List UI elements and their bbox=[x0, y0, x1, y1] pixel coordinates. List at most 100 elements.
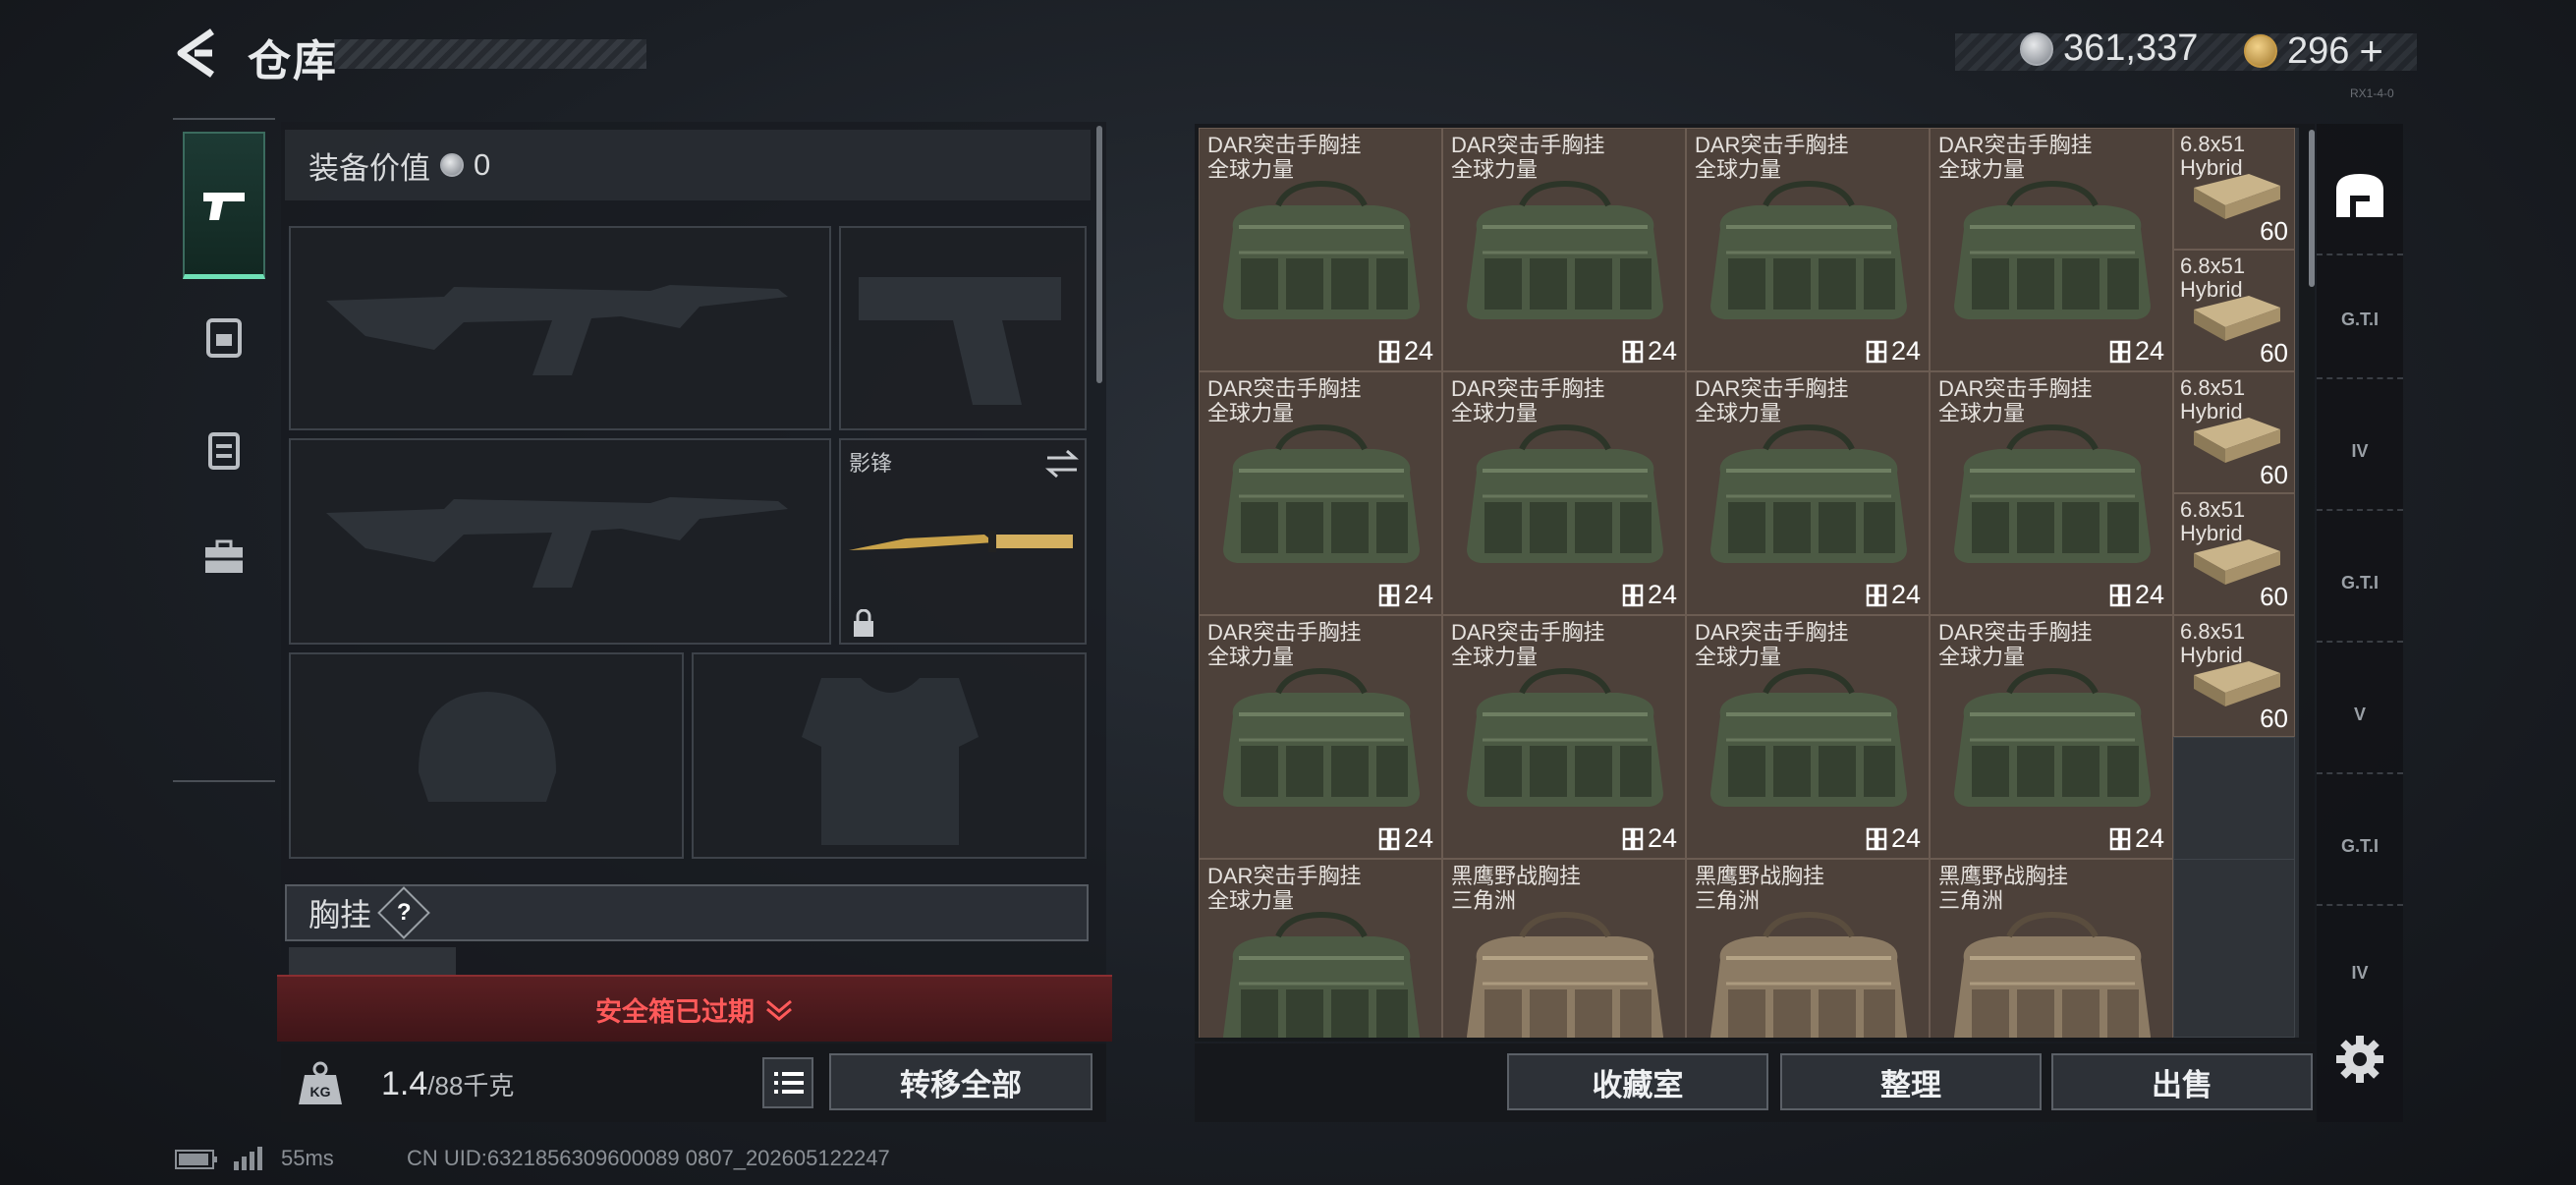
tab-iv-2[interactable]: IV bbox=[2317, 914, 2403, 1032]
safe-box-expired-banner[interactable]: 安全箱已过期 bbox=[277, 975, 1112, 1042]
sidearm-slot[interactable] bbox=[839, 226, 1087, 430]
item-name: 黑鹰野战胸挂 三角洲 bbox=[1451, 864, 1582, 913]
inventory-item[interactable]: DAR突击手胸挂 全球力量 24 bbox=[1686, 615, 1930, 859]
tab-iv-1[interactable]: IV bbox=[2317, 393, 2403, 511]
pistol-icon bbox=[203, 192, 245, 220]
item-name: DAR突击手胸挂 全球力量 bbox=[1938, 620, 2093, 669]
tab-gti-2[interactable]: G.T.I bbox=[2317, 525, 2403, 643]
ammo-name: 6.8x51 Hybrid bbox=[2180, 619, 2246, 667]
ammo-item[interactable]: 6.8x51 Hybrid 60 bbox=[2173, 615, 2295, 737]
helmet-slot[interactable] bbox=[289, 652, 684, 859]
gold-amount: 296 bbox=[2287, 29, 2350, 72]
ammo-item[interactable]: 6.8x51 Hybrid 60 bbox=[2173, 250, 2295, 371]
left-category-nav bbox=[173, 118, 275, 782]
ammo-item[interactable]: 6.8x51 Hybrid 60 bbox=[2173, 493, 2295, 615]
helmet-silhouette-icon bbox=[419, 692, 556, 802]
item-name: DAR突击手胸挂 全球力量 bbox=[1451, 133, 1605, 182]
list-view-button[interactable] bbox=[762, 1057, 813, 1108]
inventory-item[interactable]: DAR突击手胸挂 全球力量 24 bbox=[1199, 615, 1442, 859]
ammo-count: 60 bbox=[2260, 582, 2288, 611]
item-name: DAR突击手胸挂 全球力量 bbox=[1207, 864, 1362, 913]
inventory-item[interactable]: DAR突击手胸挂 全球力量 24 bbox=[1930, 371, 2173, 615]
inventory-item[interactable]: DAR突击手胸挂 全球力量 24 bbox=[1686, 371, 1930, 615]
ammo-item[interactable]: 6.8x51 Hybrid 60 bbox=[2173, 371, 2295, 493]
equipment-value-label: 装备价值 bbox=[308, 150, 430, 186]
sell-button[interactable]: 出售 bbox=[2051, 1053, 2313, 1110]
ammo-name: 6.8x51 Hybrid bbox=[2180, 254, 2246, 302]
add-gold-button[interactable]: + bbox=[2359, 28, 2383, 75]
secondary-weapon-slot[interactable] bbox=[289, 438, 831, 645]
help-icon: ? bbox=[396, 898, 412, 926]
ammo-count: 60 bbox=[2260, 216, 2288, 246]
gear-icon[interactable] bbox=[2334, 1034, 2385, 1085]
inventory-item[interactable]: DAR突击手胸挂 全球力量 24 bbox=[1686, 128, 1930, 371]
inventory-item[interactable]: 黑鹰野战胸挂 三角洲 bbox=[1686, 859, 1930, 1038]
capacity-value: 24 bbox=[2134, 580, 2164, 609]
uid-text: CN UID:6321856309600089 0807_20260512224… bbox=[407, 1146, 890, 1170]
armor-silhouette-icon bbox=[802, 678, 979, 845]
tab-gti-3[interactable]: G.T.I bbox=[2317, 788, 2403, 906]
capacity-icon bbox=[1866, 827, 1887, 850]
tab-gti-1[interactable]: G.T.I bbox=[2317, 261, 2403, 379]
rifle-silhouette-icon bbox=[326, 285, 788, 375]
briefcase-icon bbox=[205, 539, 243, 573]
item-name: DAR突击手胸挂 全球力量 bbox=[1695, 376, 1849, 425]
capacity-value: 24 bbox=[1647, 580, 1677, 609]
inventory-item[interactable]: DAR突击手胸挂 全球力量 24 bbox=[1442, 615, 1686, 859]
battery-icon bbox=[175, 1150, 217, 1169]
bag-icon bbox=[1223, 180, 1420, 319]
bag-icon bbox=[1954, 423, 2151, 563]
ammo-item[interactable]: 6.8x51 Hybrid 60 bbox=[2173, 128, 2295, 250]
bag-icon bbox=[1710, 180, 1907, 319]
inventory-item[interactable]: 黑鹰野战胸挂 三角洲 bbox=[1930, 859, 2173, 1038]
capacity-icon bbox=[1378, 584, 1400, 606]
transfer-all-button[interactable]: 转移全部 bbox=[829, 1053, 1092, 1110]
silver-coin-icon bbox=[440, 153, 464, 177]
equipment-value: 0 bbox=[474, 147, 491, 182]
tab-all[interactable] bbox=[2317, 138, 2403, 255]
empty-slot[interactable] bbox=[2173, 859, 2295, 1038]
nav-case[interactable] bbox=[183, 513, 265, 601]
ammo-name: 6.8x51 Hybrid bbox=[2180, 132, 2246, 180]
inventory-item[interactable]: DAR突击手胸挂 全球力量 24 bbox=[1199, 371, 1442, 615]
inventory-item[interactable]: DAR突击手胸挂 全球力量 bbox=[1199, 859, 1442, 1038]
capacity-value: 24 bbox=[1647, 823, 1677, 853]
page-title: 仓库 bbox=[248, 37, 338, 85]
capacity-icon bbox=[1866, 584, 1887, 606]
back-arrow-icon[interactable] bbox=[173, 28, 220, 79]
item-name: DAR突击手胸挂 全球力量 bbox=[1695, 620, 1849, 669]
safe-box-expired-text: 安全箱已过期 bbox=[595, 996, 755, 1027]
nav-chest-rig[interactable] bbox=[183, 293, 265, 381]
item-name: DAR突击手胸挂 全球力量 bbox=[1207, 133, 1362, 182]
organize-button[interactable]: 整理 bbox=[1780, 1053, 2042, 1110]
collection-room-button[interactable]: 收藏室 bbox=[1507, 1053, 1768, 1110]
nav-backpack[interactable] bbox=[183, 405, 265, 493]
nav-weapons[interactable] bbox=[183, 132, 265, 279]
chest-rig-slot[interactable] bbox=[289, 947, 456, 977]
inventory-item[interactable]: DAR突击手胸挂 全球力量 24 bbox=[1930, 615, 2173, 859]
tab-iv-label: IV bbox=[2351, 962, 2369, 983]
inventory-item[interactable]: DAR突击手胸挂 全球力量 24 bbox=[1199, 128, 1442, 371]
inventory-item[interactable]: 黑鹰野战胸挂 三角洲 bbox=[1442, 859, 1686, 1038]
version-text: RX1-4-0 bbox=[2350, 86, 2394, 100]
inventory-item[interactable]: DAR突击手胸挂 全球力量 24 bbox=[1930, 128, 2173, 371]
silver-coin-icon bbox=[2020, 31, 2053, 66]
help-button[interactable]: ? bbox=[377, 886, 430, 939]
inventory-item[interactable]: DAR突击手胸挂 全球力量 24 bbox=[1442, 371, 1686, 615]
bag-icon bbox=[1467, 911, 1663, 1038]
primary-weapon-slot[interactable] bbox=[289, 226, 831, 430]
warehouse-scrollbar[interactable] bbox=[2309, 130, 2315, 287]
silver-currency: 361,337 bbox=[2020, 28, 2198, 70]
bag-icon bbox=[1223, 667, 1420, 807]
melee-slot[interactable]: 影锋 bbox=[839, 438, 1087, 645]
swap-icon[interactable] bbox=[1043, 448, 1081, 480]
backpack-icon bbox=[208, 432, 240, 470]
gold-currency[interactable]: 296 + bbox=[2244, 28, 2383, 75]
armor-slot[interactable] bbox=[692, 652, 1087, 859]
equipment-scrollbar[interactable] bbox=[1096, 126, 1102, 383]
bag-icon bbox=[1954, 667, 2151, 807]
weight-max: /88千克 bbox=[427, 1071, 515, 1100]
tab-v[interactable]: V bbox=[2317, 656, 2403, 774]
item-name: DAR突击手胸挂 全球力量 bbox=[1207, 376, 1362, 425]
inventory-item[interactable]: DAR突击手胸挂 全球力量 24 bbox=[1442, 128, 1686, 371]
